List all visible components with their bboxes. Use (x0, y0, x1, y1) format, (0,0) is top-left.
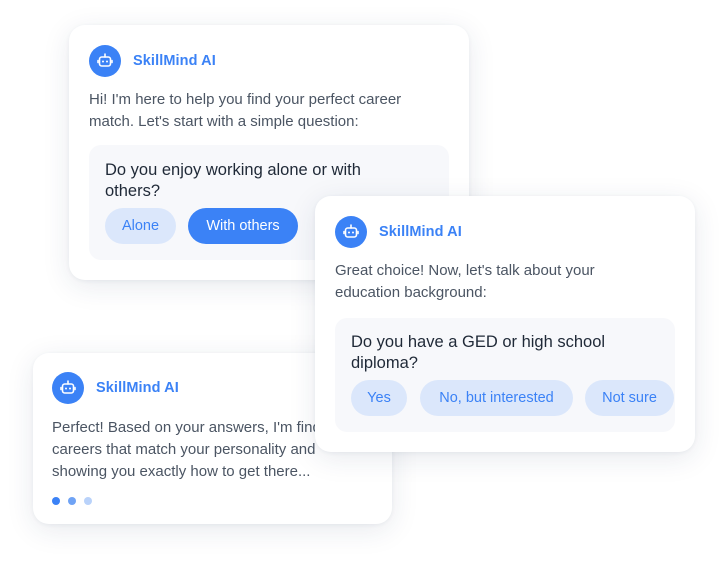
robot-icon (52, 372, 84, 404)
question-text: Do you have a GED or high school diploma… (351, 332, 605, 374)
bot-message: Perfect! Based on your answers, I'm find… (52, 417, 341, 483)
chat-preview-stage: SkillMind AI Perfect! Based on your answ… (0, 0, 727, 565)
option-alone-button[interactable]: Alone (105, 208, 176, 244)
message-line: Hi! I'm here to help you find your perfe… (89, 91, 402, 108)
bot-header: SkillMind AI (335, 216, 462, 248)
bot-name: SkillMind AI (133, 53, 216, 69)
chat-card-education: SkillMind AI Great choice! Now, let's ta… (315, 196, 695, 452)
typing-dot (52, 497, 60, 505)
bot-message: Hi! I'm here to help you find your perfe… (89, 89, 401, 133)
bot-name: SkillMind AI (96, 380, 179, 396)
message-line: education background: (335, 284, 487, 301)
message-line: Great choice! Now, let's talk about your (335, 262, 595, 279)
question-line: Do you enjoy working alone or with (105, 161, 361, 179)
bot-header: SkillMind AI (89, 45, 216, 77)
option-no-but-interested-button[interactable]: No, but interested (420, 380, 573, 416)
message-line: match. Let's start with a simple questio… (89, 113, 359, 130)
option-not-sure-button[interactable]: Not sure (585, 380, 674, 416)
question-box: Do you have a GED or high school diploma… (335, 318, 675, 432)
robot-icon (89, 45, 121, 77)
option-yes-button[interactable]: Yes (351, 380, 407, 416)
typing-dot (68, 497, 76, 505)
message-line: showing you exactly how to get there... (52, 463, 311, 480)
bot-header: SkillMind AI (52, 372, 179, 404)
question-line: Do you have a GED or high school (351, 333, 606, 351)
message-line: careers that match your personality and (52, 441, 316, 458)
message-line: Perfect! Based on your answers, I'm find… (52, 419, 341, 436)
typing-indicator (52, 497, 100, 505)
bot-name: SkillMind AI (379, 224, 462, 240)
robot-icon (335, 216, 367, 248)
typing-dot (84, 497, 92, 505)
question-line: diploma? (351, 354, 418, 372)
question-text: Do you enjoy working alone or with other… (105, 160, 361, 202)
option-with-others-button[interactable]: With others (188, 208, 298, 244)
bot-message: Great choice! Now, let's talk about your… (335, 260, 595, 304)
